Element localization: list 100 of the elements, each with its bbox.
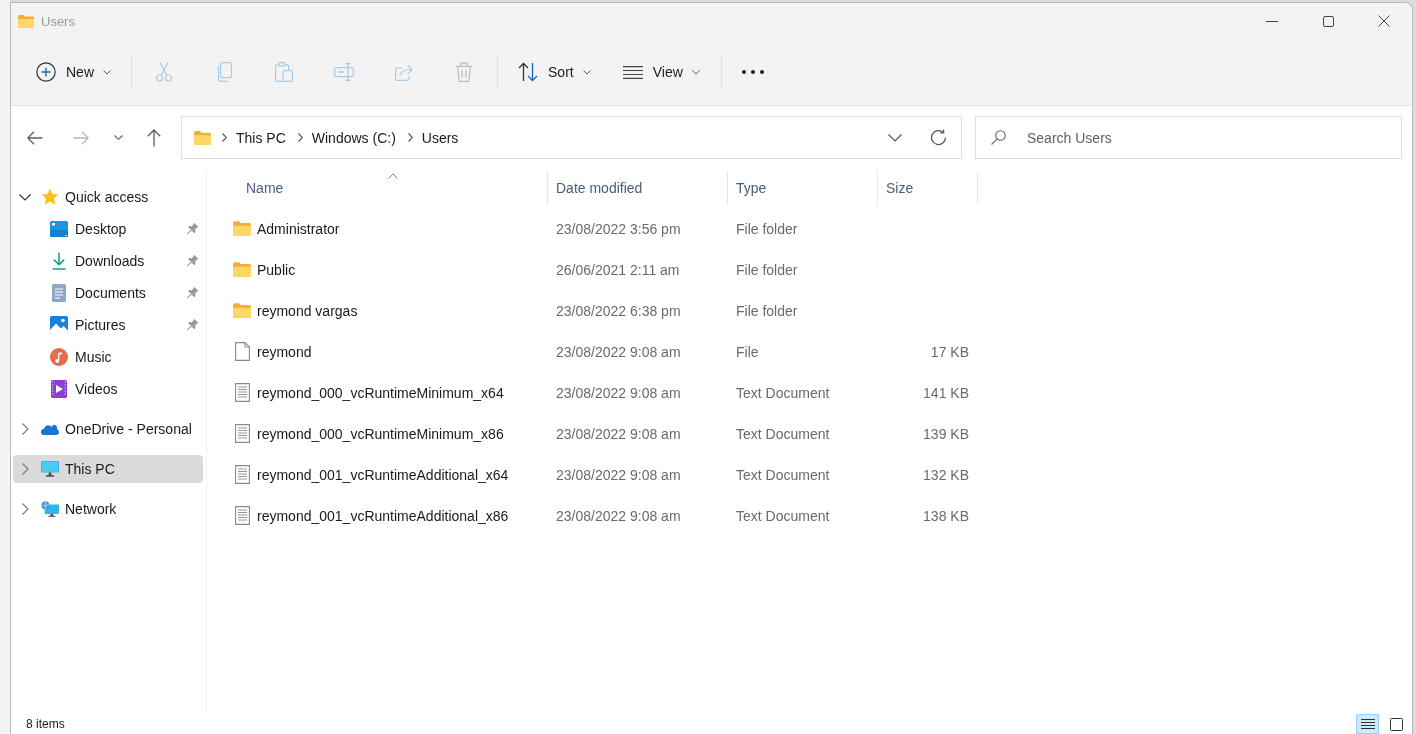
file-name[interactable]: reymond vargas xyxy=(257,302,358,319)
file-type: File folder xyxy=(736,220,798,237)
sidebar-item[interactable]: Quick access xyxy=(13,183,203,211)
text-file-icon xyxy=(234,506,250,525)
file-size: 141 KB xyxy=(923,384,969,401)
file-type: File xyxy=(736,343,759,360)
file-type: File folder xyxy=(736,261,798,278)
details-view-button[interactable] xyxy=(1356,714,1379,734)
more-icon xyxy=(741,70,764,74)
chevron-down-icon[interactable] xyxy=(888,133,902,142)
modified-date: 23/08/2022 9:08 am xyxy=(556,343,681,360)
desktop-icon xyxy=(50,221,68,237)
file-name[interactable]: reymond_000_vcRuntimeMinimum_x64 xyxy=(257,384,504,401)
caret-icon xyxy=(103,69,111,75)
file-name[interactable]: Administrator xyxy=(257,220,340,237)
file-name[interactable]: Public xyxy=(257,261,296,278)
file-type: Text Document xyxy=(736,425,830,442)
file-name[interactable]: reymond xyxy=(257,343,312,360)
sidebar-item[interactable]: Desktop xyxy=(13,215,203,243)
file-size: 138 KB xyxy=(923,507,969,524)
monitor-icon xyxy=(41,460,59,478)
copy-icon xyxy=(216,62,232,82)
modified-date: 23/08/2022 9:08 am xyxy=(556,425,681,442)
file-type: Text Document xyxy=(736,466,830,483)
music-note-icon xyxy=(50,348,68,366)
square-icon xyxy=(1390,717,1403,731)
sort-arrows-icon xyxy=(518,62,538,82)
file-name[interactable]: reymond_000_vcRuntimeMinimum_x86 xyxy=(257,425,504,442)
plus-circle-icon xyxy=(36,62,56,82)
sidebar-item[interactable]: OneDrive - Personal xyxy=(13,415,203,443)
column-header[interactable]: Date modified xyxy=(548,171,728,205)
clipboard-icon xyxy=(275,62,293,82)
sidebar-item[interactable]: Network xyxy=(13,495,203,523)
folder-icon xyxy=(194,130,211,145)
rename-icon xyxy=(334,63,354,81)
blank-file-icon xyxy=(234,342,250,361)
file-name[interactable]: reymond_001_vcRuntimeAdditional_x86 xyxy=(257,507,509,524)
address-bar[interactable]: This PC Windows (C:) Users xyxy=(181,116,962,159)
arrow-right-icon xyxy=(73,130,89,145)
details-list-icon xyxy=(1360,719,1375,729)
chevron-right-icon[interactable] xyxy=(21,503,29,515)
file-size: 132 KB xyxy=(923,466,969,483)
refresh-icon[interactable] xyxy=(930,129,947,146)
modified-date: 23/08/2022 6:38 pm xyxy=(556,302,681,319)
file-type: Text Document xyxy=(736,384,830,401)
column-header[interactable]: Type xyxy=(728,171,878,205)
search-field[interactable]: Search Users xyxy=(975,116,1402,159)
text-file-icon xyxy=(234,424,250,443)
breadcrumb[interactable]: Windows (C:) xyxy=(310,123,397,152)
document-icon xyxy=(52,284,66,302)
file-size: 139 KB xyxy=(923,425,969,442)
folder-icon xyxy=(18,14,34,28)
file-name[interactable]: reymond_001_vcRuntimeAdditional_x64 xyxy=(257,466,509,483)
text-file-icon xyxy=(234,465,250,484)
breadcrumb[interactable]: This PC xyxy=(235,123,287,152)
view-button[interactable]: View xyxy=(612,54,710,90)
file-size: 17 KB xyxy=(930,343,969,360)
video-icon xyxy=(51,380,67,398)
chevron-down-icon[interactable] xyxy=(19,193,31,201)
maximize-icon xyxy=(1322,15,1334,27)
modified-date: 23/08/2022 9:08 am xyxy=(556,466,681,483)
column-header[interactable]: Size xyxy=(878,171,978,205)
sidebar-item[interactable]: Videos xyxy=(13,375,203,403)
sort-button[interactable]: Sort xyxy=(508,54,601,90)
share-icon xyxy=(395,63,413,81)
breadcrumb[interactable]: Users xyxy=(420,123,460,152)
download-icon xyxy=(52,252,66,270)
text-file-icon xyxy=(234,383,250,402)
star-icon xyxy=(41,188,59,206)
network-icon xyxy=(41,500,59,518)
picture-icon xyxy=(50,316,68,334)
new-button[interactable]: New xyxy=(28,54,119,90)
caret-icon xyxy=(691,69,700,75)
chevron-right-icon[interactable] xyxy=(21,463,29,475)
chevron-right-icon xyxy=(222,133,227,142)
sidebar-item[interactable]: Documents xyxy=(13,279,203,307)
column-header[interactable]: Name xyxy=(232,171,548,205)
modified-date: 23/08/2022 9:08 am xyxy=(556,507,681,524)
search-icon xyxy=(991,130,1006,145)
folder-icon xyxy=(233,303,251,318)
list-lines-icon xyxy=(622,65,643,79)
modified-date: 26/06/2021 2:11 am xyxy=(556,261,680,278)
file-type: File folder xyxy=(736,302,798,319)
sidebar-item[interactable]: Music xyxy=(13,343,203,371)
file-type: Text Document xyxy=(736,507,830,524)
chevron-right-icon xyxy=(407,133,413,142)
modified-date: 23/08/2022 3:56 pm xyxy=(556,220,681,237)
caret-icon xyxy=(582,69,591,75)
window-title: Users xyxy=(41,13,75,29)
arrow-left-icon xyxy=(27,130,43,145)
sidebar-item[interactable]: Downloads xyxy=(13,247,203,275)
chevron-right-icon[interactable] xyxy=(21,423,29,435)
trash-icon xyxy=(455,62,473,82)
cloud-icon xyxy=(41,422,59,436)
arrow-up-icon xyxy=(147,128,161,147)
chevron-right-icon xyxy=(297,133,303,142)
chevron-down-icon xyxy=(113,135,123,140)
item-count: 8 items xyxy=(26,716,65,731)
sidebar-item[interactable]: Pictures xyxy=(13,311,203,339)
sidebar-item[interactable]: This PC xyxy=(13,455,203,483)
